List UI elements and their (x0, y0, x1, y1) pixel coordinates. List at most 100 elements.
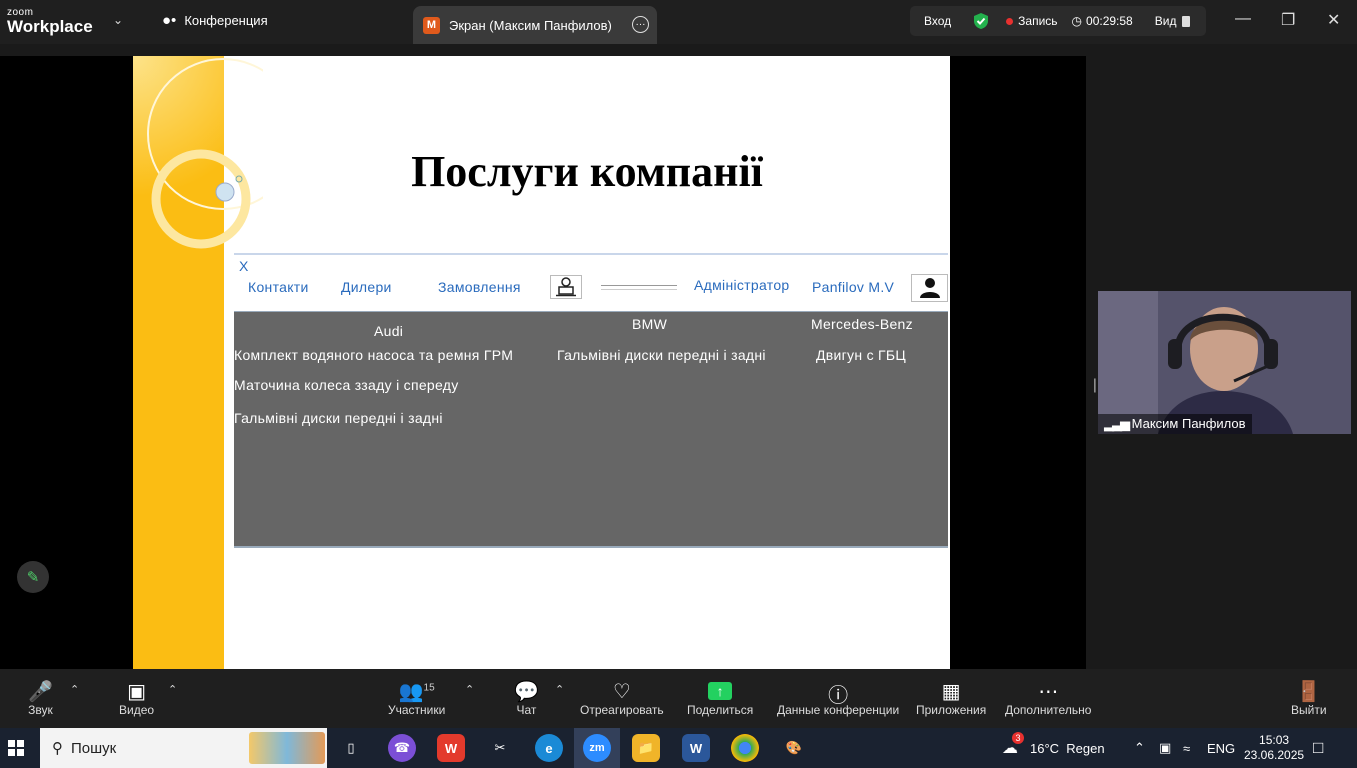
edge-browser-icon[interactable]: e (535, 734, 563, 762)
taskbar-search[interactable]: ⚲ Пошук (40, 728, 327, 768)
more-options-icon[interactable]: ··· (632, 16, 649, 33)
weather-widget[interactable]: ☁ 3 16°C Regen (1002, 728, 1105, 768)
chat-icon: 💬 (514, 681, 539, 703)
brand-bmw: BMW (632, 316, 668, 332)
meeting-info-button[interactable]: ⓘ Данные конференции (777, 679, 899, 717)
zoom-workplace-logo: zoom Workplace (7, 8, 93, 36)
file-explorer-icon[interactable]: 📁 (632, 734, 660, 762)
video-button[interactable]: ▣ Видео (119, 679, 154, 717)
participant-video-frame (1098, 291, 1351, 434)
logo-bottom-text: Workplace (7, 17, 93, 36)
weather-badge: 3 (1012, 732, 1024, 744)
clock[interactable]: 15:03 23.06.2025 (1244, 728, 1304, 768)
video-camera-icon: ▣ (127, 681, 146, 703)
paint-icon[interactable]: 🎨 (780, 734, 808, 762)
enter-button[interactable]: Вход (924, 14, 951, 28)
participants-button[interactable]: 👥15 Участники (388, 679, 445, 717)
user-avatar-icon[interactable] (911, 274, 948, 302)
security-shield-icon[interactable] (973, 12, 989, 30)
record-label[interactable]: Запись (1018, 14, 1057, 28)
slide-title: Послуги компанії (411, 147, 763, 196)
nav-dealers[interactable]: Дилери (341, 279, 392, 295)
meet-now-icon[interactable]: ▣ (1159, 728, 1171, 768)
react-button[interactable]: ♡ Отреагировать (580, 679, 664, 717)
brand-mercedes: Mercedes-Benz (811, 316, 913, 332)
apps-icon: ▦ (941, 681, 961, 703)
view-label[interactable]: Вид (1155, 14, 1177, 28)
people-icon: ●• (162, 12, 177, 29)
services-grid: Audi BMW Mercedes-Benz Комплект водяного… (234, 311, 948, 548)
chat-options-caret[interactable]: ⌃ (555, 683, 564, 696)
view-layout-icon[interactable] (1182, 15, 1191, 27)
participants-icon: 👥15 (398, 681, 435, 703)
microphone-icon: 🎤 (28, 681, 53, 703)
search-placeholder: Пошук (71, 739, 117, 757)
zoom-app-icon: zm (583, 734, 611, 762)
react-label: Отреагировать (580, 703, 664, 717)
chevron-down-icon[interactable]: ⌄ (113, 13, 123, 27)
participants-options-caret[interactable]: ⌃ (465, 683, 474, 696)
minimize-icon[interactable]: — (1235, 10, 1251, 28)
more-label: Дополнительно (1005, 703, 1092, 717)
meeting-timer: 00:29:58 (1086, 14, 1133, 28)
participants-label: Участники (388, 703, 446, 717)
participant-name: Максим Панфилов (1131, 416, 1246, 431)
presenter-avatar: М (423, 16, 440, 34)
participant-name-tag: ▂▃▅ Максим Панфилов (1098, 414, 1252, 434)
conference-tab[interactable]: ●• Конференция (162, 12, 268, 29)
audio-options-caret[interactable]: ⌃ (70, 683, 79, 696)
word-icon[interactable]: W (682, 734, 710, 762)
share-button[interactable]: ↑ Поделиться (687, 679, 753, 717)
restore-icon[interactable]: ❐ (1281, 10, 1295, 30)
zoom-taskbar-active[interactable]: zm (574, 728, 620, 768)
chrome-icon[interactable] (731, 734, 759, 762)
video-label: Видео (119, 703, 155, 717)
clock-date: 23.06.2025 (1244, 748, 1305, 762)
video-options-caret[interactable]: ⌃ (168, 683, 177, 696)
language-indicator[interactable]: ENG (1207, 728, 1235, 768)
audio-button[interactable]: 🎤 Звук (28, 679, 53, 717)
close-icon[interactable]: ✕ (1327, 10, 1340, 30)
nav-orders[interactable]: Замовлення (438, 279, 521, 295)
more-button[interactable]: ⋯ Дополнительно (1005, 679, 1091, 717)
audi-service-2: Маточина колеса ззаду і спереду (234, 377, 459, 393)
close-x-button[interactable]: X (239, 258, 248, 274)
share-screen-icon: ↑ (687, 679, 753, 703)
chat-button[interactable]: 💬 Чат (514, 679, 539, 717)
snipping-tool-icon[interactable]: ✂ (486, 734, 514, 762)
viber-icon[interactable]: ☎ (388, 734, 416, 762)
mercedes-service-1: Двигун с ГБЦ (816, 347, 907, 363)
heart-icon: ♡ (612, 681, 631, 703)
show-hidden-icons[interactable]: ⌃ (1134, 728, 1145, 768)
nav-administrator[interactable]: Адміністратор (694, 277, 790, 293)
zoom-titlebar: zoom Workplace ⌄ ●• Конференция М Экран … (0, 0, 1357, 44)
audio-label: Звук (28, 703, 53, 717)
task-view-icon[interactable]: ▯ (337, 734, 365, 762)
info-icon: ⓘ (828, 685, 849, 707)
meeting-stage: Послуги компанії X Контакти Дилери Замов… (0, 44, 1357, 669)
clock-icon: ◷ (1071, 14, 1083, 28)
search-field[interactable] (601, 285, 677, 290)
screen-tab-label: Экран (Максим Панфилов) (449, 17, 612, 33)
leave-button[interactable]: 🚪 Выйти (1291, 679, 1327, 717)
conference-tab-label: Конференция (184, 13, 268, 28)
app-navigation-bar: X Контакти Дилери Замовлення Адміністрат… (234, 253, 948, 311)
wifi-icon[interactable]: ≈ (1183, 728, 1190, 768)
weather-icon: ☁ 3 (1002, 732, 1024, 758)
screen-share-tab[interactable]: М Экран (Максим Панфилов) ··· (413, 6, 657, 44)
search-highlight-image (249, 732, 325, 764)
annotate-pen-icon[interactable]: ✎ (17, 561, 49, 593)
apps-label: Приложения (916, 703, 987, 717)
record-dot-icon (1006, 17, 1014, 25)
meeting-info-label: Данные конференции (777, 703, 900, 717)
chat-label: Чат (516, 703, 537, 717)
bmw-service-1: Гальмівні диски передні і задні (557, 347, 766, 363)
nav-contacts[interactable]: Контакти (248, 279, 309, 295)
laptop-user-icon[interactable] (550, 275, 582, 299)
clock-time: 15:03 (1259, 733, 1290, 747)
apps-button[interactable]: ▦ Приложения (916, 679, 986, 717)
windows-start-icon[interactable] (8, 740, 24, 756)
wps-office-icon[interactable]: W (437, 734, 465, 762)
notifications-icon[interactable]: □ (1313, 728, 1323, 768)
participant-video[interactable] (1098, 291, 1351, 434)
